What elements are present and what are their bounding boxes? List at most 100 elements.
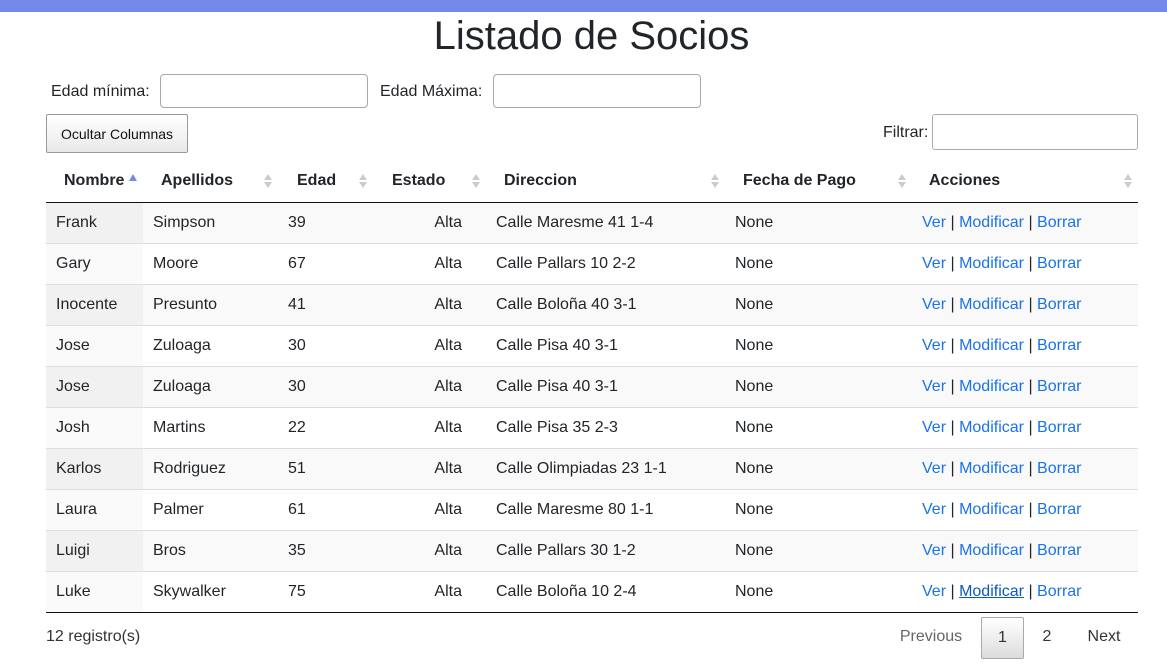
edit-link[interactable]: Modificar bbox=[959, 419, 1024, 436]
column-header-apellidos[interactable]: Apellidos bbox=[143, 160, 278, 203]
table-header: Nombre Apellidos Edad Estado Direccion F… bbox=[46, 160, 1138, 203]
view-link[interactable]: Ver bbox=[922, 419, 946, 436]
cell-fecha-pago: None bbox=[725, 406, 912, 448]
action-separator: | bbox=[950, 459, 955, 477]
edit-link[interactable]: Modificar bbox=[959, 460, 1024, 477]
view-link[interactable]: Ver bbox=[922, 378, 946, 395]
sort-icon bbox=[264, 173, 272, 189]
edit-link[interactable]: Modificar bbox=[959, 214, 1024, 231]
cell-estado: Alta bbox=[373, 324, 486, 366]
column-header-fecha-pago[interactable]: Fecha de Pago bbox=[725, 160, 912, 203]
cell-acciones: Ver | Modificar | Borrar bbox=[912, 242, 1138, 284]
cell-estado: Alta bbox=[373, 570, 486, 613]
view-link[interactable]: Ver bbox=[922, 542, 946, 559]
cell-edad: 30 bbox=[278, 324, 373, 366]
edit-link[interactable]: Modificar bbox=[959, 542, 1024, 559]
edit-link[interactable]: Modificar bbox=[959, 255, 1024, 272]
action-separator: | bbox=[1028, 500, 1033, 518]
view-link[interactable]: Ver bbox=[922, 501, 946, 518]
table-row: Luke Skywalker 75 Alta Calle Boloña 10 2-4 No… bbox=[46, 570, 1138, 613]
cell-nombre: Josh bbox=[46, 406, 143, 448]
sort-icon bbox=[711, 173, 719, 189]
delete-link[interactable]: Borrar bbox=[1037, 419, 1081, 436]
cell-direccion: Calle Pisa 35 2-3 bbox=[486, 406, 725, 448]
sort-icon bbox=[359, 173, 367, 189]
view-link[interactable]: Ver bbox=[922, 583, 946, 600]
cell-direccion: Calle Pisa 40 3-1 bbox=[486, 365, 725, 407]
cell-edad: 39 bbox=[288, 213, 306, 231]
delete-link[interactable]: Borrar bbox=[1037, 460, 1081, 477]
table-body: Frank Simpson 39 Alta Calle Maresme 41 1-4 No… bbox=[46, 202, 1138, 613]
edit-link[interactable]: Modificar bbox=[959, 378, 1024, 395]
search-label: Filtrar: bbox=[883, 124, 929, 141]
cell-edad: 35 bbox=[278, 529, 373, 571]
cell-estado: Alta bbox=[373, 488, 486, 530]
cell-apellidos: Presunto bbox=[143, 283, 278, 325]
delete-link[interactable]: Borrar bbox=[1037, 583, 1081, 600]
action-separator: | bbox=[950, 377, 955, 395]
cell-estado: Alta bbox=[373, 447, 486, 489]
cell-nombre: Jose bbox=[46, 365, 143, 407]
action-separator: | bbox=[1028, 336, 1033, 354]
delete-link[interactable]: Borrar bbox=[1037, 542, 1081, 559]
cell-apellidos: Zuloaga bbox=[143, 365, 278, 407]
min-age-label: Edad mínima: bbox=[51, 83, 150, 100]
edit-link[interactable]: Modificar bbox=[959, 296, 1024, 313]
next-page-button[interactable]: Next bbox=[1076, 617, 1132, 659]
view-link[interactable]: Ver bbox=[922, 460, 946, 477]
view-link[interactable]: Ver bbox=[922, 255, 946, 272]
cell-direccion: Calle Pallars 10 2-2 bbox=[486, 242, 725, 284]
cell-acciones: Ver | Modificar | Borrar bbox=[912, 365, 1138, 407]
view-link[interactable]: Ver bbox=[922, 337, 946, 354]
cell-direccion: Calle Boloña 40 3-1 bbox=[486, 283, 725, 325]
column-header-label: Apellidos bbox=[161, 171, 234, 189]
view-link[interactable]: Ver bbox=[922, 214, 946, 231]
action-separator: | bbox=[1028, 295, 1033, 313]
cell-acciones: Ver | Modificar | Borrar bbox=[912, 570, 1138, 613]
column-header-label: Nombre bbox=[64, 171, 125, 189]
cell-acciones: Ver | Modificar | Borrar bbox=[912, 324, 1138, 366]
delete-link[interactable]: Borrar bbox=[1037, 501, 1081, 518]
column-header-edad[interactable]: Edad bbox=[278, 160, 373, 203]
action-separator: | bbox=[1028, 213, 1033, 231]
column-header-acciones[interactable]: Acciones bbox=[912, 160, 1138, 203]
cell-apellidos: Simpson bbox=[153, 213, 216, 231]
page-1-button[interactable]: 1 bbox=[981, 617, 1024, 659]
table-row: Jose Zuloaga 30 Alta Calle Pisa 40 3-1 None Ve… bbox=[46, 324, 1138, 366]
cell-acciones: Ver | Modificar | Borrar bbox=[912, 406, 1138, 448]
delete-link[interactable]: Borrar bbox=[1037, 296, 1081, 313]
cell-estado: Alta bbox=[434, 213, 462, 231]
delete-link[interactable]: Borrar bbox=[1037, 214, 1081, 231]
cell-fecha-pago: None bbox=[725, 324, 912, 366]
delete-link[interactable]: Borrar bbox=[1037, 378, 1081, 395]
column-header-estado[interactable]: Estado bbox=[373, 160, 486, 203]
members-table: Nombre Apellidos Edad Estado Direccion F… bbox=[46, 160, 1138, 613]
column-header-nombre[interactable]: Nombre bbox=[46, 160, 143, 203]
cell-direccion: Calle Maresme 80 1-1 bbox=[486, 488, 725, 530]
view-link[interactable]: Ver bbox=[922, 296, 946, 313]
action-separator: | bbox=[1028, 541, 1033, 559]
max-age-input[interactable] bbox=[493, 74, 701, 108]
edit-link[interactable]: Modificar bbox=[959, 501, 1024, 518]
delete-link[interactable]: Borrar bbox=[1037, 255, 1081, 272]
edit-link[interactable]: Modificar bbox=[959, 583, 1024, 600]
sort-icon bbox=[1124, 173, 1132, 189]
cell-edad: 30 bbox=[278, 365, 373, 407]
cell-fecha-pago: None bbox=[725, 242, 912, 284]
cell-nombre: Luigi bbox=[46, 529, 143, 571]
action-separator: | bbox=[950, 336, 955, 354]
cell-nombre: Luke bbox=[46, 570, 143, 613]
action-separator: | bbox=[950, 500, 955, 518]
column-header-direccion[interactable]: Direccion bbox=[486, 160, 725, 203]
previous-page-button[interactable]: Previous bbox=[888, 617, 974, 659]
hide-columns-button[interactable]: Ocultar Columnas bbox=[46, 114, 188, 153]
column-header-label: Acciones bbox=[929, 171, 1001, 189]
records-count: 12 registro(s) bbox=[46, 628, 141, 645]
search-input[interactable] bbox=[932, 114, 1138, 150]
page-2-button[interactable]: 2 bbox=[1029, 617, 1065, 659]
min-age-input[interactable] bbox=[160, 74, 368, 108]
delete-link[interactable]: Borrar bbox=[1037, 337, 1081, 354]
edit-link[interactable]: Modificar bbox=[959, 337, 1024, 354]
action-separator: | bbox=[1028, 377, 1033, 395]
cell-direccion: Calle Pallars 30 1-2 bbox=[486, 529, 725, 571]
